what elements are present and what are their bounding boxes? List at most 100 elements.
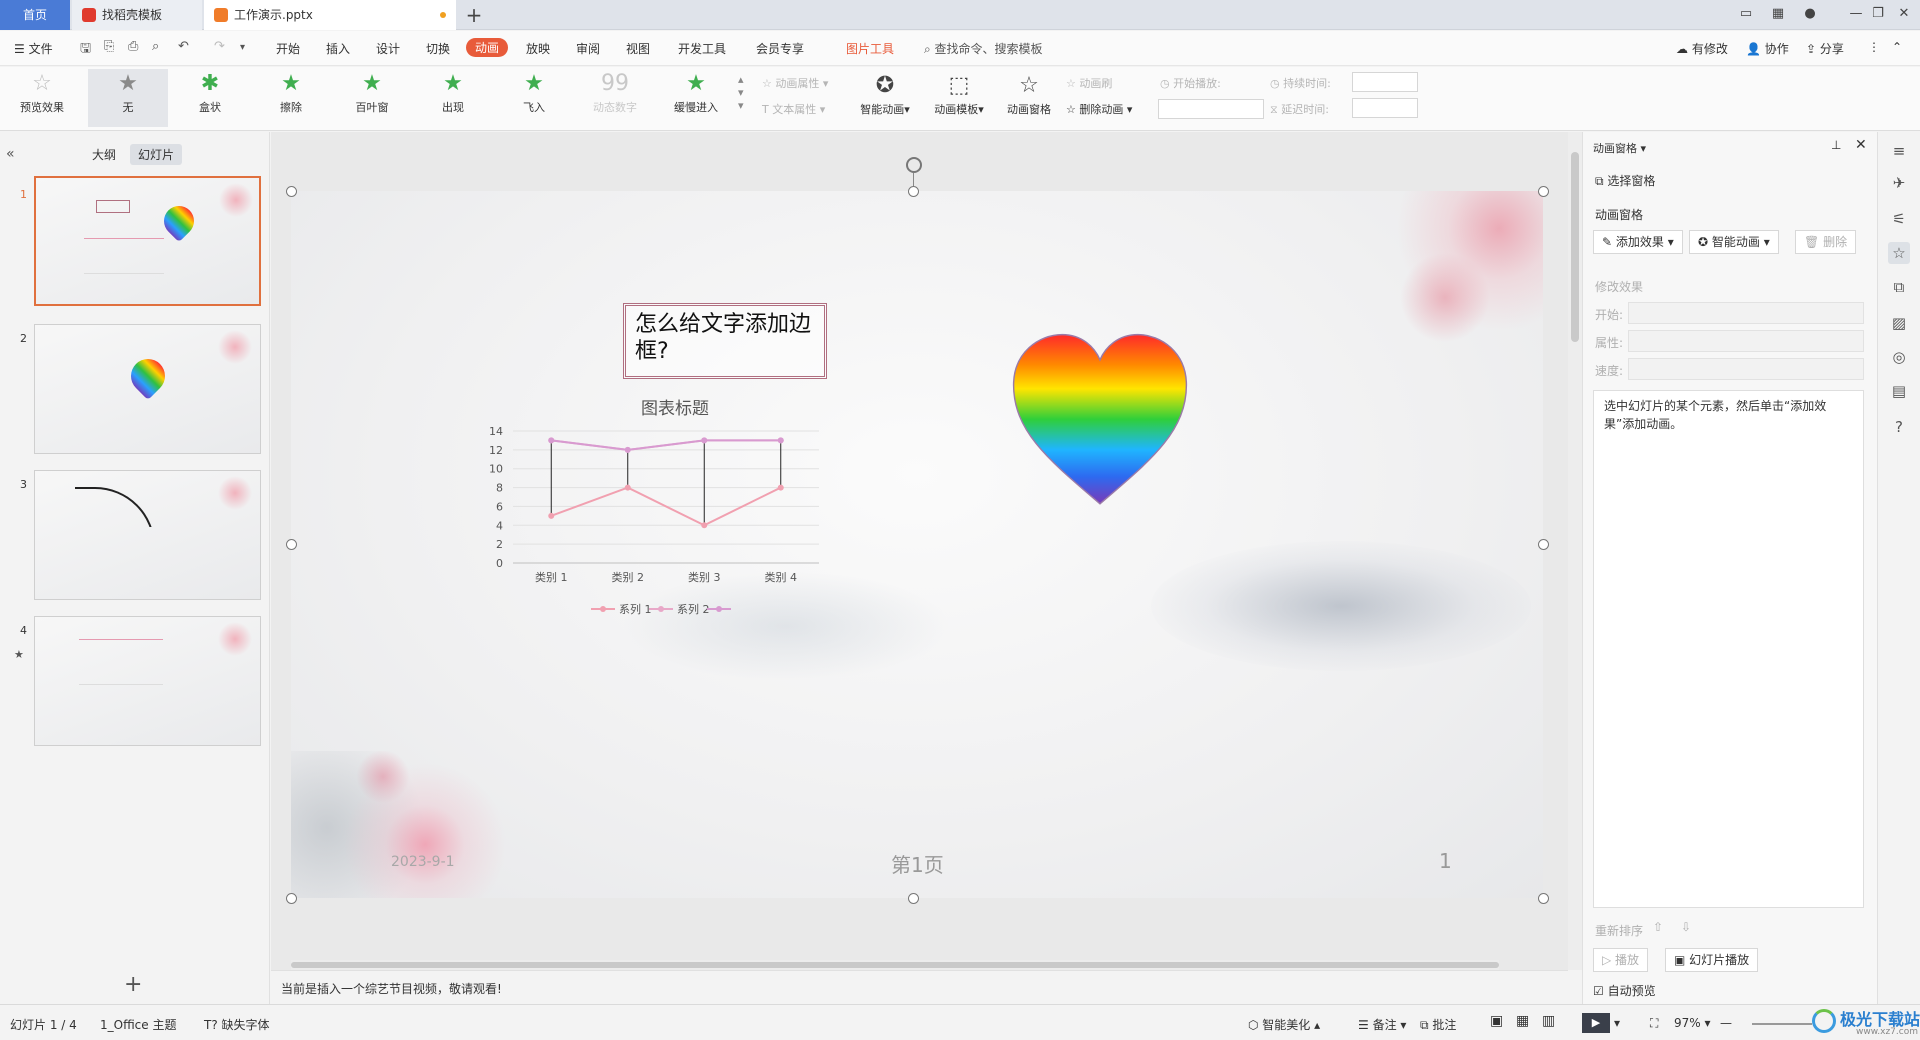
autopreview-checkbox[interactable]: ☑ 自动预览 [1593, 982, 1656, 999]
menu-design[interactable]: 设计 [376, 40, 400, 57]
delete-effect-button[interactable]: 🗑 删除 [1795, 230, 1857, 254]
title-textbox[interactable]: 怎么给文字添加边框? [623, 303, 827, 379]
zoom-slider[interactable] [1752, 1023, 1812, 1025]
menu-review[interactable]: 审阅 [576, 40, 600, 57]
preview-effect-button[interactable]: ☆ 预览效果 [2, 69, 82, 127]
tab-document[interactable]: 工作演示.pptx [204, 0, 456, 30]
text-props-button[interactable]: T 文本属性 ▾ [762, 101, 825, 117]
save-icon[interactable]: 🖫 [80, 39, 91, 61]
share-button[interactable]: ⇪ 分享 [1806, 40, 1844, 57]
copy-icon[interactable]: ⧉ [1888, 276, 1910, 298]
anim-template-button[interactable]: ⬚ 动画模板▾ [926, 71, 992, 117]
effect-appear[interactable]: ★ 出现 [413, 69, 493, 127]
tab-home[interactable]: 首页 [0, 0, 70, 30]
resize-handle[interactable] [286, 539, 297, 550]
horizontal-scrollbar[interactable] [291, 960, 1499, 970]
anim-brush-button[interactable]: ☆ 动画刷 [1066, 75, 1112, 91]
pin-icon[interactable]: ⊥ [1831, 138, 1841, 152]
normal-view-icon[interactable]: ▣ [1490, 1013, 1503, 1029]
sorter-view-icon[interactable]: ▦ [1516, 1013, 1529, 1029]
reading-view-icon[interactable]: ▥ [1542, 1013, 1555, 1029]
grid-icon[interactable]: ▦ [1768, 6, 1788, 21]
resize-handle[interactable] [286, 893, 297, 904]
effect-slow-in[interactable]: ★ 缓慢进入 [656, 69, 736, 127]
scroll-thumb[interactable] [291, 962, 1499, 968]
menu-icon[interactable]: ≡ [1888, 140, 1910, 162]
tab-template[interactable]: 找稻壳模板 [72, 0, 202, 30]
anim-props-button[interactable]: ☆ 动画属性 ▾ [762, 75, 828, 91]
pane-title[interactable]: 动画窗格 ▾ [1593, 140, 1646, 156]
book-icon[interactable]: ▤ [1888, 380, 1910, 402]
tab-outline[interactable]: 大纲 [84, 144, 124, 165]
smart-anim-pane-button[interactable]: ✪ 智能动画 ▾ [1689, 230, 1779, 254]
help-icon[interactable]: ? [1888, 416, 1910, 438]
resize-handle[interactable] [1538, 893, 1549, 904]
location-icon[interactable]: ◎ [1888, 346, 1910, 368]
slide[interactable]: 怎么给文字添加边框? 图表标题 0 2 4 6 8 10 12 14 类别 1 类别 2 类别 3… [291, 191, 1543, 898]
remarks-button[interactable]: ☰ 备注 ▾ [1358, 1016, 1406, 1033]
animation-star-icon[interactable]: ☆ [1888, 242, 1910, 264]
resize-handle[interactable] [1538, 539, 1549, 550]
menu-view[interactable]: 视图 [626, 40, 650, 57]
delete-anim-button[interactable]: ☆ 删除动画 ▾ [1066, 101, 1132, 117]
animation-list[interactable]: 选中幻灯片的某个元素，然后单击“添加效果”添加动画。 [1593, 390, 1864, 908]
effect-wipe[interactable]: ★ 擦除 [251, 69, 331, 127]
settings-sliders-icon[interactable]: ⚟ [1888, 208, 1910, 230]
zoom-out-icon[interactable]: — [1720, 1016, 1732, 1030]
slideshow-button[interactable]: ▣ 幻灯片播放 [1665, 948, 1759, 972]
play-button[interactable]: ▷ 播放 [1593, 948, 1649, 972]
start-play-select[interactable] [1158, 99, 1264, 119]
start-select[interactable] [1628, 302, 1864, 324]
theme-name[interactable]: 1_Office 主题 [100, 1016, 176, 1033]
new-tab-button[interactable]: + [462, 2, 486, 28]
avatar[interactable]: ● [1800, 6, 1820, 21]
move-up-icon[interactable]: ⇧ [1653, 920, 1663, 934]
slide-thumbnail-1[interactable] [34, 176, 261, 306]
fit-icon[interactable]: ⛶ [1650, 1016, 1658, 1031]
close-pane-icon[interactable]: ✕ [1855, 137, 1867, 153]
undo-icon[interactable]: ↶ [178, 39, 189, 54]
menu-transition[interactable]: 切换 [426, 40, 450, 57]
close-window-button[interactable]: ✕ [1894, 6, 1914, 21]
property-select[interactable] [1628, 330, 1864, 352]
gallery-scroll-icon[interactable]: ▴ ▾ ▾ [738, 73, 744, 112]
collapse-ribbon-icon[interactable]: ⌃ [1892, 40, 1902, 54]
tab-slides[interactable]: 幻灯片 [130, 144, 183, 165]
collab-button[interactable]: 👤 协作 [1746, 40, 1789, 57]
duration-input[interactable] [1352, 72, 1418, 92]
collapse-panel-icon[interactable]: « [6, 146, 15, 162]
effect-fly-in[interactable]: ★ 飞入 [494, 69, 574, 127]
minimize-button[interactable]: — [1846, 6, 1866, 21]
menu-insert[interactable]: 插入 [326, 40, 350, 57]
rainbow-heart[interactable] [1008, 331, 1192, 511]
comments-button[interactable]: ⧉ 批注 [1420, 1016, 1456, 1033]
add-slide-button[interactable]: + [124, 972, 142, 997]
anim-pane-button[interactable]: ☆ 动画窗格 [996, 71, 1062, 117]
slide-thumbnail-2[interactable] [34, 324, 261, 454]
rocket-icon[interactable]: ✈ [1888, 172, 1910, 194]
menu-developer[interactable]: 开发工具 [678, 40, 726, 57]
redo-icon[interactable]: ↷ [214, 39, 225, 54]
speed-select[interactable] [1628, 358, 1864, 380]
resize-handle[interactable] [908, 186, 919, 197]
vertical-scrollbar[interactable] [1568, 132, 1582, 970]
line-chart[interactable]: 图表标题 02468101214 类别 1 类别 2 类别 3 类别 4 系列 1 系列… [461, 391, 861, 651]
modified-button[interactable]: ☁ 有修改 [1676, 40, 1728, 57]
resize-handle[interactable] [908, 893, 919, 904]
command-search[interactable]: ⌕ 查找命令、搜索模板 [924, 40, 1043, 57]
beautify-button[interactable]: ⬡ 智能美化 ▴ [1248, 1016, 1320, 1033]
restore-button[interactable]: ❐ [1868, 6, 1888, 21]
scroll-thumb[interactable] [1571, 152, 1579, 342]
play-slideshow-button[interactable]: ▶ [1582, 1013, 1610, 1033]
effect-dynamic-number[interactable]: 99 动态数字 [575, 69, 655, 127]
missing-font-button[interactable]: T? 缺失字体 [204, 1016, 270, 1033]
menu-member[interactable]: 会员专享 [756, 40, 804, 57]
delay-input[interactable] [1352, 98, 1418, 118]
effect-box[interactable]: ✱ 盒状 [170, 69, 250, 127]
resize-handle[interactable] [286, 186, 297, 197]
rotate-handle-icon[interactable] [906, 157, 922, 173]
effect-none[interactable]: ★ 无 [88, 69, 168, 127]
notes-bar[interactable]: 当前是插入一个综艺节目视频，敬请观看! [271, 970, 1568, 1004]
zoom-level[interactable]: 97% ▾ [1674, 1016, 1711, 1030]
image-icon[interactable]: ▨ [1888, 312, 1910, 334]
